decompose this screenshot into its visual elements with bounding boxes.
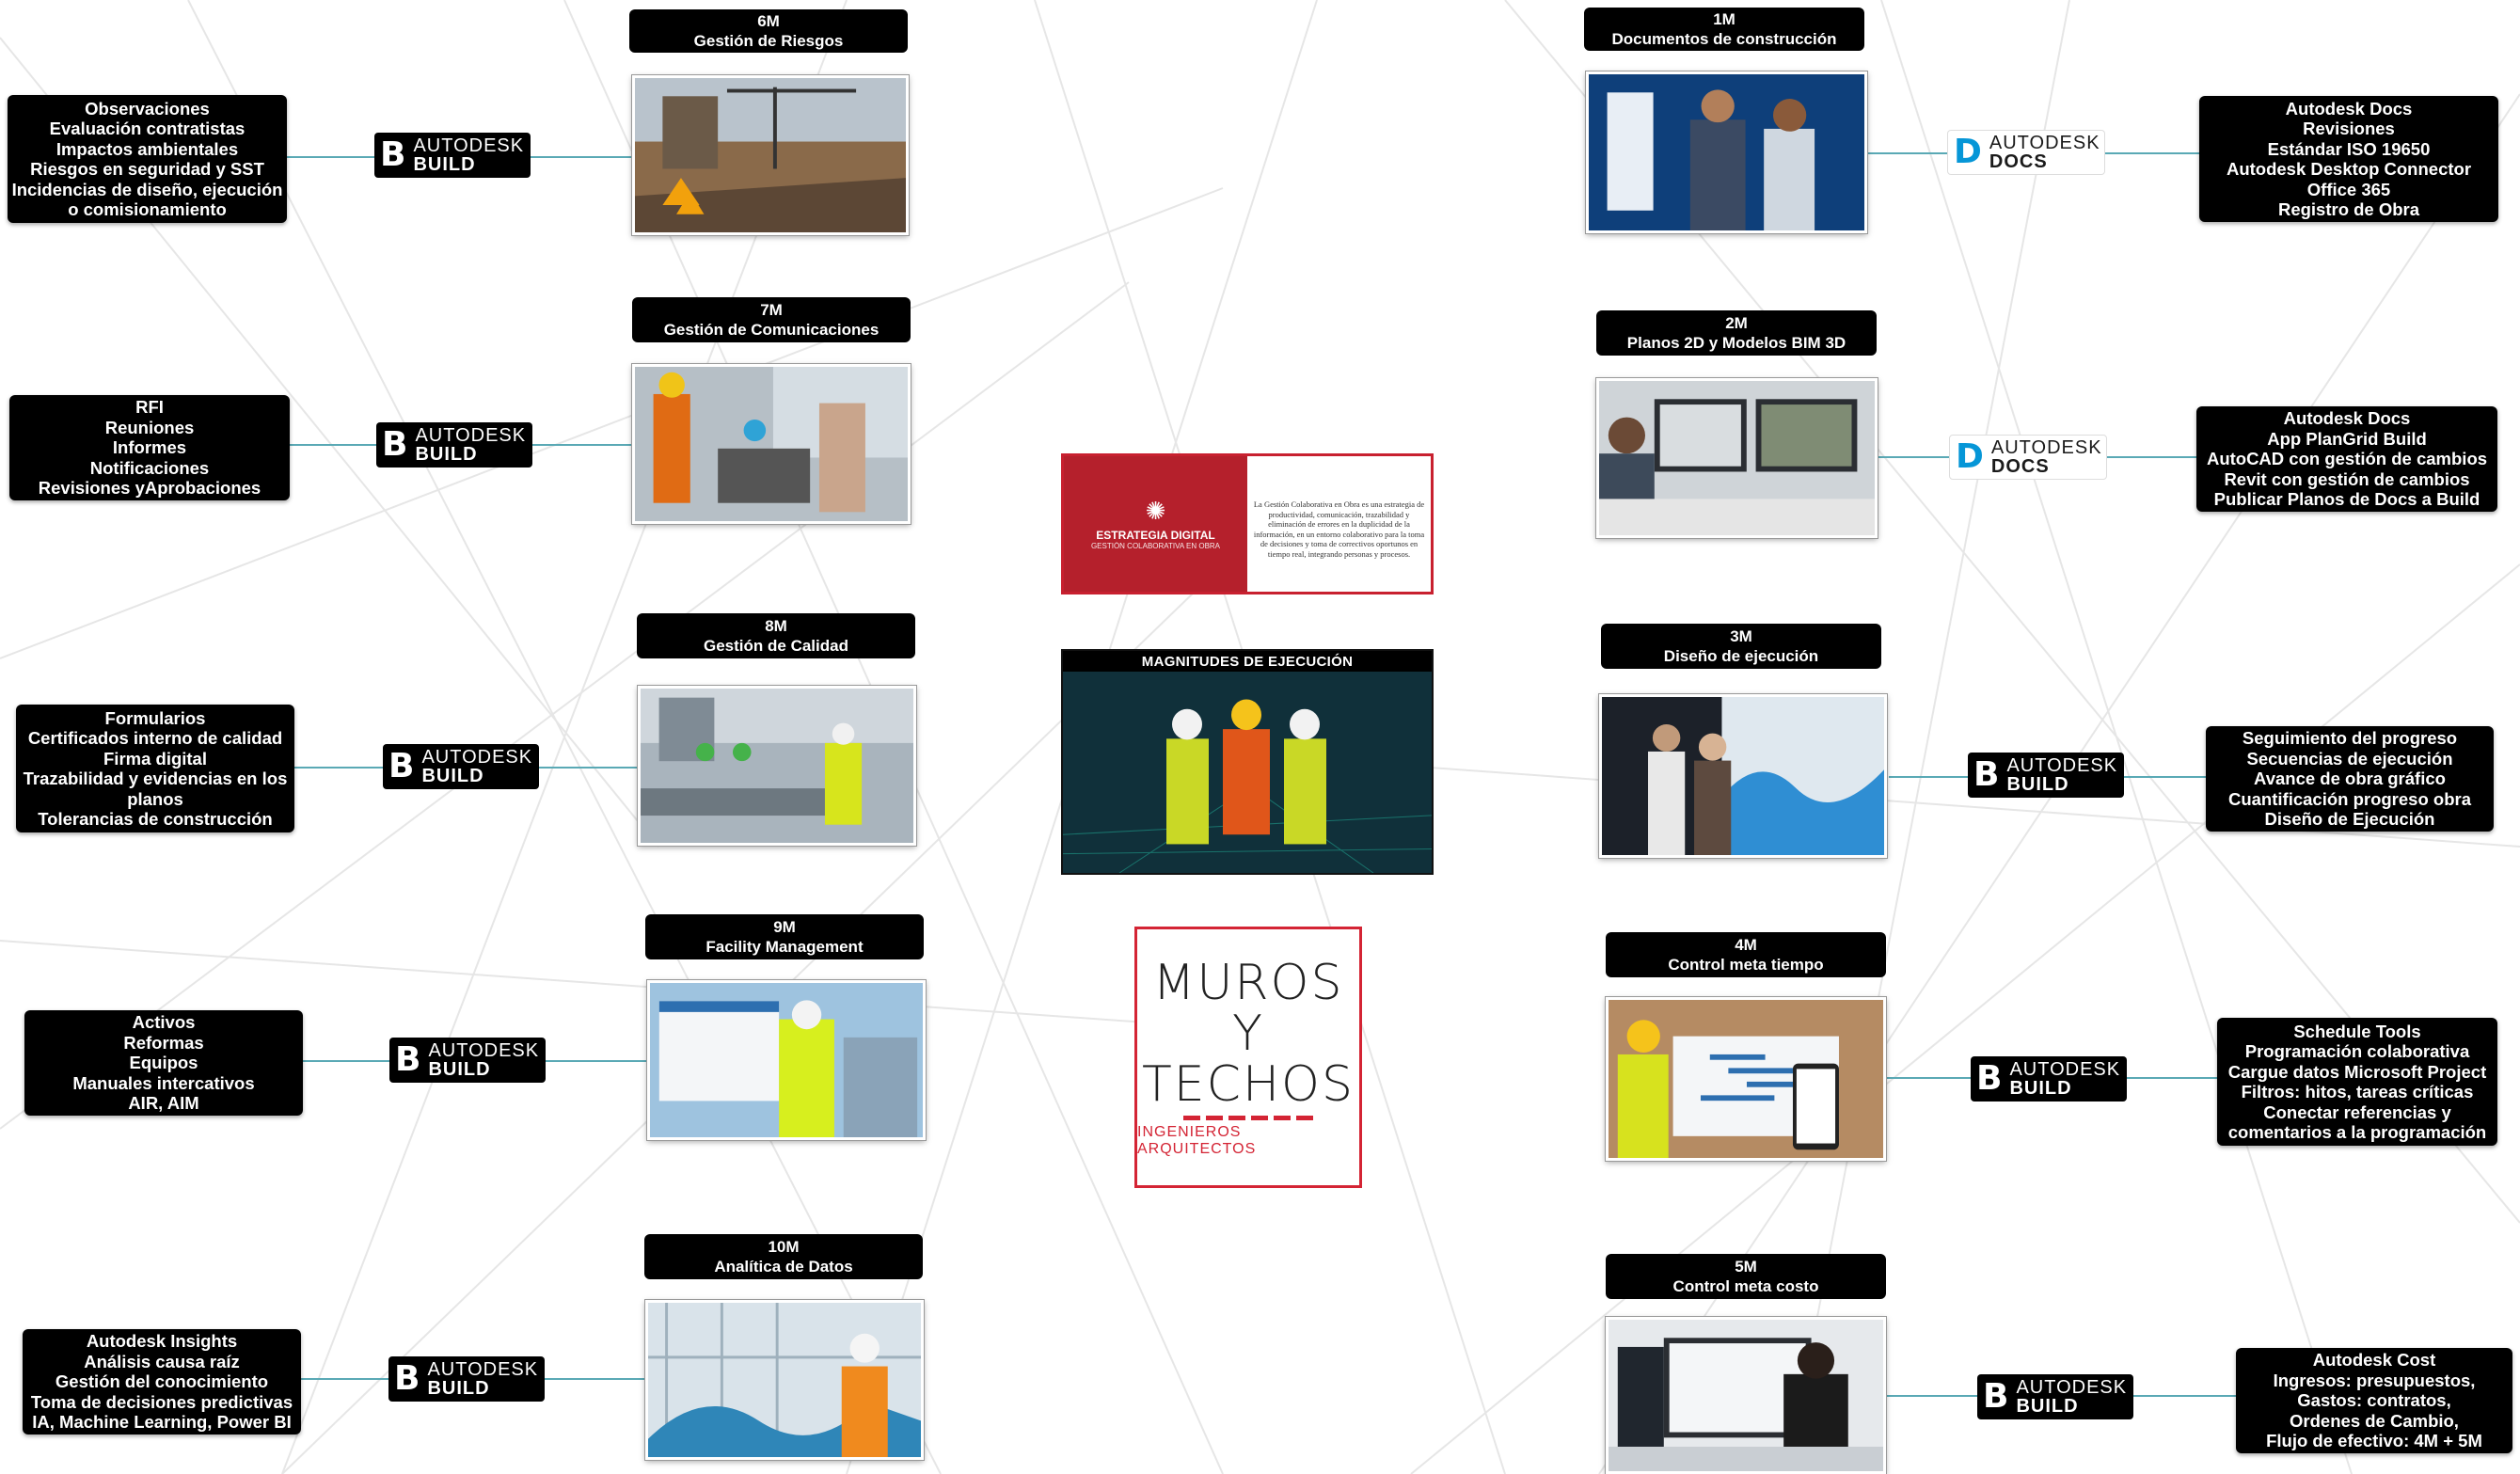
strategy-description: La Gestión Colaborativa en Obra es una e… — [1253, 499, 1425, 559]
workers-photo — [1063, 672, 1432, 873]
dimension-title-7m: 7M Gestión de Comunicaciones — [632, 297, 911, 342]
autodesk-build-badge: B AUTODESK BUILD — [1977, 1374, 2133, 1419]
autodesk-build-logo-icon: B — [380, 135, 406, 174]
autodesk-build-badge: B AUTODESK BUILD — [389, 1038, 546, 1083]
data-analytics-photo — [645, 1300, 924, 1460]
feature-list-7m: RFI Reuniones Informes Notificaciones Re… — [9, 395, 290, 500]
quality-management-photo — [638, 686, 916, 846]
autodesk-build-logo-icon: B — [1983, 1377, 2009, 1416]
dimension-title-8m: 8M Gestión de Calidad — [637, 613, 915, 658]
risk-management-photo — [632, 75, 909, 235]
dimension-title-4m: 4M Control meta tiempo — [1606, 932, 1886, 977]
autodesk-docs-logo-icon: D — [1954, 133, 1982, 171]
feature-list-4m: Schedule Tools Programación colaborativa… — [2217, 1018, 2497, 1146]
logo-dashes — [1183, 1115, 1313, 1120]
network-emblem-icon: ✺ — [1145, 496, 1166, 525]
feature-list-9m: Activos Reformas Equipos Manuales interc… — [24, 1010, 303, 1116]
strategy-title: ESTRATEGIA DIGITAL — [1096, 528, 1215, 542]
facility-management-photo — [647, 980, 926, 1140]
autodesk-build-badge: B AUTODESK BUILD — [374, 133, 531, 178]
feature-list-5m: Autodesk Cost Ingresos: presupuestos, Ga… — [2236, 1348, 2512, 1453]
autodesk-build-logo-icon: B — [388, 747, 415, 785]
dimension-title-6m: 6M Gestión de Riesgos — [629, 9, 908, 53]
digital-strategy-card: ✺ ESTRATEGIA DIGITAL GESTIÓN COLABORATIV… — [1061, 453, 1434, 594]
autodesk-build-badge: B AUTODESK BUILD — [383, 744, 539, 789]
autodesk-docs-badge: D AUTODESK DOCS — [1947, 130, 2105, 175]
autodesk-build-badge: B AUTODESK BUILD — [1968, 753, 2124, 798]
logo-line-2: TECHOS — [1142, 1055, 1355, 1113]
autodesk-build-logo-icon: B — [1973, 755, 2000, 794]
feature-list-6m: Observaciones Evaluación contratistas Im… — [8, 95, 287, 223]
feature-list-8m: Formularios Certificados interno de cali… — [16, 705, 294, 832]
feature-list-2m: Autodesk Docs App PlanGrid Build AutoCAD… — [2196, 406, 2497, 512]
strategy-subtitle: GESTIÓN COLABORATIVA EN OBRA — [1090, 541, 1221, 550]
autodesk-build-logo-icon: B — [395, 1040, 421, 1079]
feature-list-3m: Seguimiento del progreso Secuencias de e… — [2206, 726, 2494, 832]
magnitudes-title: MAGNITUDES DE EJECUCIÓN — [1141, 654, 1354, 670]
construction-documents-photo — [1586, 71, 1867, 233]
communications-photo — [632, 364, 911, 524]
logo-line-1: MUROS Y — [1152, 954, 1344, 1062]
magnitudes-card: MAGNITUDES DE EJECUCIÓN — [1061, 649, 1434, 875]
autodesk-docs-logo-icon: D — [1956, 437, 1984, 476]
dimension-title-5m: 5M Control meta costo — [1606, 1254, 1886, 1299]
plans-and-models-photo — [1596, 378, 1878, 538]
dimension-title-3m: 3M Diseño de ejecución — [1601, 624, 1881, 669]
dimension-title-2m: 2M Planos 2D y Modelos BIM 3D — [1596, 310, 1877, 356]
dimension-title-9m: 9M Facility Management — [645, 914, 924, 959]
dimension-title-1m: 1M Documentos de construcción — [1584, 8, 1864, 51]
time-control-photo — [1606, 997, 1886, 1161]
cost-control-photo — [1606, 1317, 1886, 1474]
autodesk-build-logo-icon: B — [394, 1359, 420, 1398]
autodesk-build-badge: B AUTODESK BUILD — [376, 422, 532, 468]
execution-design-photo — [1599, 694, 1887, 858]
autodesk-build-badge: B AUTODESK BUILD — [1971, 1056, 2127, 1102]
autodesk-build-badge: B AUTODESK BUILD — [388, 1356, 545, 1402]
dimension-title-10m: 10M Analítica de Datos — [644, 1234, 923, 1279]
feature-list-10m: Autodesk Insights Análisis causa raíz Ge… — [23, 1329, 301, 1434]
feature-list-1m: Autodesk Docs Revisiones Estándar ISO 19… — [2199, 96, 2498, 222]
autodesk-build-logo-icon: B — [1976, 1059, 2003, 1098]
company-logo-card: MUROS Y TECHOS INGENIEROS ARQUITECTOS — [1134, 927, 1362, 1188]
logo-tagline: INGENIEROS ARQUITECTOS — [1137, 1123, 1257, 1157]
autodesk-build-logo-icon: B — [382, 425, 408, 464]
autodesk-docs-badge: D AUTODESK DOCS — [1949, 435, 2107, 480]
